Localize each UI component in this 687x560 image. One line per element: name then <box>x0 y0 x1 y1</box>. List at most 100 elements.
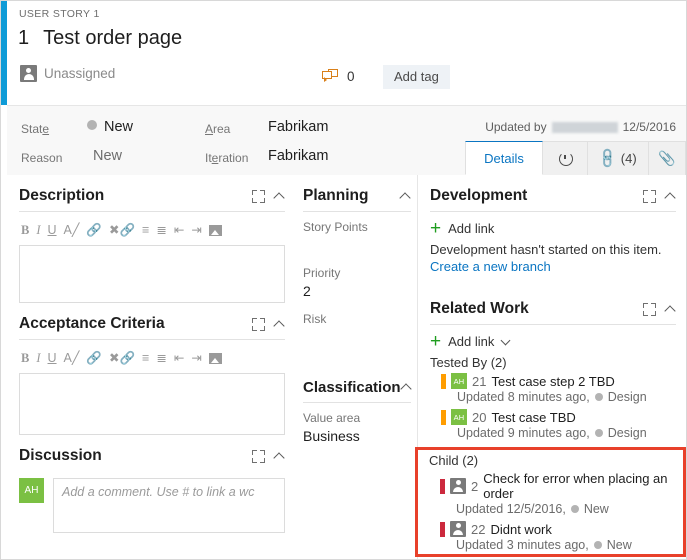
tab-details[interactable]: Details <box>465 141 543 175</box>
acceptance-criteria-input[interactable] <box>19 373 285 435</box>
chevron-up-icon[interactable] <box>274 191 285 202</box>
expand-icon[interactable] <box>252 317 265 331</box>
underline-icon[interactable]: U <box>48 224 57 237</box>
italic-icon[interactable]: I <box>36 224 40 237</box>
tab-history[interactable] <box>542 141 588 175</box>
state-dot-icon <box>593 541 602 549</box>
chevron-up-icon[interactable] <box>401 382 412 393</box>
work-item-title[interactable]: Test case step 2 TBD <box>491 374 614 389</box>
person-icon <box>450 478 466 494</box>
work-item-updated: Updated 3 minutes ago, <box>456 538 589 552</box>
work-item-updated: Updated 9 minutes ago, <box>457 426 590 440</box>
expand-icon[interactable] <box>252 449 265 463</box>
add-link-label: Add link <box>448 221 495 236</box>
tab-bar: Details 🔗 (4) 📎 <box>465 141 686 175</box>
comment-count-block[interactable]: 0 <box>322 69 355 84</box>
work-item-type-bar <box>440 478 445 494</box>
development-empty-text: Development hasn't started on this item. <box>430 242 662 257</box>
comment-input[interactable]: Add a comment. Use # to link a wc <box>53 478 285 533</box>
outdent-icon[interactable]: ⇤ <box>174 352 184 365</box>
description-section: Description B I U A╱ 🔗 ✖🔗 ≡ ≣ ⇤ ⇥ <box>7 175 297 303</box>
indent-icon[interactable]: ⇥ <box>191 224 201 237</box>
tab-attachments[interactable]: 📎 <box>648 141 686 175</box>
reason-label: Reason <box>21 151 63 165</box>
insert-image-icon[interactable] <box>208 352 222 364</box>
state-dot-icon <box>87 120 97 130</box>
comment-count: 0 <box>347 69 355 84</box>
insert-link-icon[interactable]: 🔗 <box>86 352 102 365</box>
divider <box>19 211 285 212</box>
work-item-id: 22 <box>471 521 486 537</box>
list-item[interactable]: 2 Check for error when placing an order … <box>429 471 673 516</box>
chevron-up-icon[interactable] <box>665 304 676 315</box>
divider <box>19 339 285 340</box>
bulleted-list-icon[interactable]: ≡ <box>142 352 149 365</box>
risk-label: Risk <box>303 312 327 326</box>
list-item[interactable]: AH 20 Test case TBD Updated 9 minutes ag… <box>430 409 676 440</box>
insert-link-icon[interactable]: 🔗 <box>86 224 102 237</box>
description-input[interactable] <box>19 245 285 303</box>
remove-link-icon[interactable]: ✖🔗 <box>109 224 135 237</box>
iteration-value[interactable]: Fabrikam <box>268 148 328 164</box>
area-value[interactable]: Fabrikam <box>268 119 328 135</box>
work-item-id: 2 <box>471 478 479 494</box>
indent-icon[interactable]: ⇥ <box>191 352 201 365</box>
list-item[interactable]: AH 21 Test case step 2 TBD Updated 8 min… <box>430 373 676 404</box>
related-work-add-link-button[interactable]: + Add link <box>430 332 676 351</box>
work-item-title[interactable]: Test case TBD <box>491 410 575 425</box>
assigned-to-field[interactable]: Unassigned <box>20 65 115 82</box>
chevron-down-icon[interactable] <box>502 337 511 346</box>
insert-image-icon[interactable] <box>208 224 222 236</box>
remove-link-icon[interactable]: ✖🔗 <box>109 352 135 365</box>
chevron-up-icon[interactable] <box>400 191 411 202</box>
bold-icon[interactable]: B <box>21 224 29 237</box>
work-item-title[interactable]: Check for error when placing an order <box>483 471 673 501</box>
chevron-up-icon[interactable] <box>274 451 285 462</box>
avatar: AH <box>19 478 44 503</box>
work-item-id: 1 <box>18 27 30 49</box>
state-dot-icon <box>594 429 603 437</box>
chevron-up-icon[interactable] <box>274 319 285 330</box>
story-points-value[interactable] <box>303 237 411 253</box>
value-area-value[interactable]: Business <box>303 428 411 444</box>
expand-icon[interactable] <box>643 189 656 203</box>
work-item-state: New <box>583 502 609 516</box>
priority-value[interactable]: 2 <box>303 283 411 299</box>
italic-icon[interactable]: I <box>36 352 40 365</box>
priority-label: Priority <box>303 266 341 280</box>
left-column: Description B I U A╱ 🔗 ✖🔗 ≡ ≣ ⇤ ⇥ Accept… <box>7 175 297 533</box>
acceptance-criteria-title: Acceptance Criteria <box>19 315 165 332</box>
expand-icon[interactable] <box>643 302 656 316</box>
clear-format-icon[interactable]: A╱ <box>64 352 80 365</box>
numbered-list-icon[interactable]: ≣ <box>156 224 166 237</box>
related-work-section: Related Work + Add link Tested By (2) AH… <box>418 288 686 440</box>
reason-value[interactable]: New <box>93 148 122 164</box>
clear-format-icon[interactable]: A╱ <box>64 224 80 237</box>
work-item-updated: Updated 12/5/2016, <box>456 502 566 516</box>
assigned-to-label: Unassigned <box>44 66 116 81</box>
development-add-link-button[interactable]: + Add link <box>430 219 676 238</box>
numbered-list-icon[interactable]: ≣ <box>156 352 166 365</box>
bold-icon[interactable]: B <box>21 352 29 365</box>
add-tag-button[interactable]: Add tag <box>383 65 450 89</box>
list-item[interactable]: 22 Didnt work Updated 3 minutes ago, New <box>429 521 673 552</box>
expand-icon[interactable] <box>252 189 265 203</box>
work-item-title[interactable]: Didnt work <box>490 522 551 537</box>
title-row: 1 Test order page <box>18 27 182 50</box>
state-value[interactable]: New <box>87 119 133 135</box>
related-work-title: Related Work <box>430 300 529 317</box>
updated-date: 12/5/2016 <box>622 120 676 134</box>
page-title[interactable]: Test order page <box>43 27 182 50</box>
create-new-branch-link[interactable]: Create a new branch <box>430 259 676 274</box>
story-points-label: Story Points <box>303 220 368 234</box>
underline-icon[interactable]: U <box>48 352 57 365</box>
tab-links[interactable]: 🔗 (4) <box>587 141 649 175</box>
outdent-icon[interactable]: ⇤ <box>174 224 184 237</box>
classification-title: Classification <box>303 379 401 396</box>
link-group-title: Tested By (2) <box>430 355 507 370</box>
person-icon <box>20 65 37 82</box>
risk-value[interactable] <box>303 329 411 345</box>
chevron-up-icon[interactable] <box>665 191 676 202</box>
bulleted-list-icon[interactable]: ≡ <box>142 224 149 237</box>
acceptance-criteria-section: Acceptance Criteria B I U A╱ 🔗 ✖🔗 ≡ ≣ ⇤ … <box>7 303 297 435</box>
